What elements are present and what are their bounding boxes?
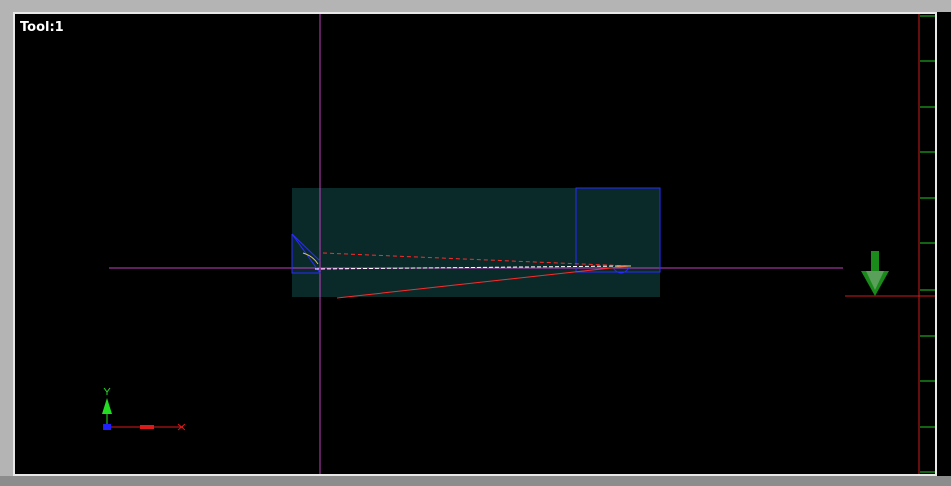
axis-y-label <box>103 387 111 395</box>
cad-viewport[interactable]: Tool:1 <box>13 12 937 476</box>
window-frame: Tool:1 <box>0 0 951 486</box>
bottom-status-bar <box>0 476 951 486</box>
toolpath-scene <box>102 14 935 474</box>
workpiece-stock <box>292 188 660 297</box>
xy-axis-icon <box>102 387 186 431</box>
ruler-ticks <box>920 15 935 473</box>
feed-direction-arrow-icon <box>861 251 889 296</box>
right-scroll-strip <box>937 12 951 486</box>
